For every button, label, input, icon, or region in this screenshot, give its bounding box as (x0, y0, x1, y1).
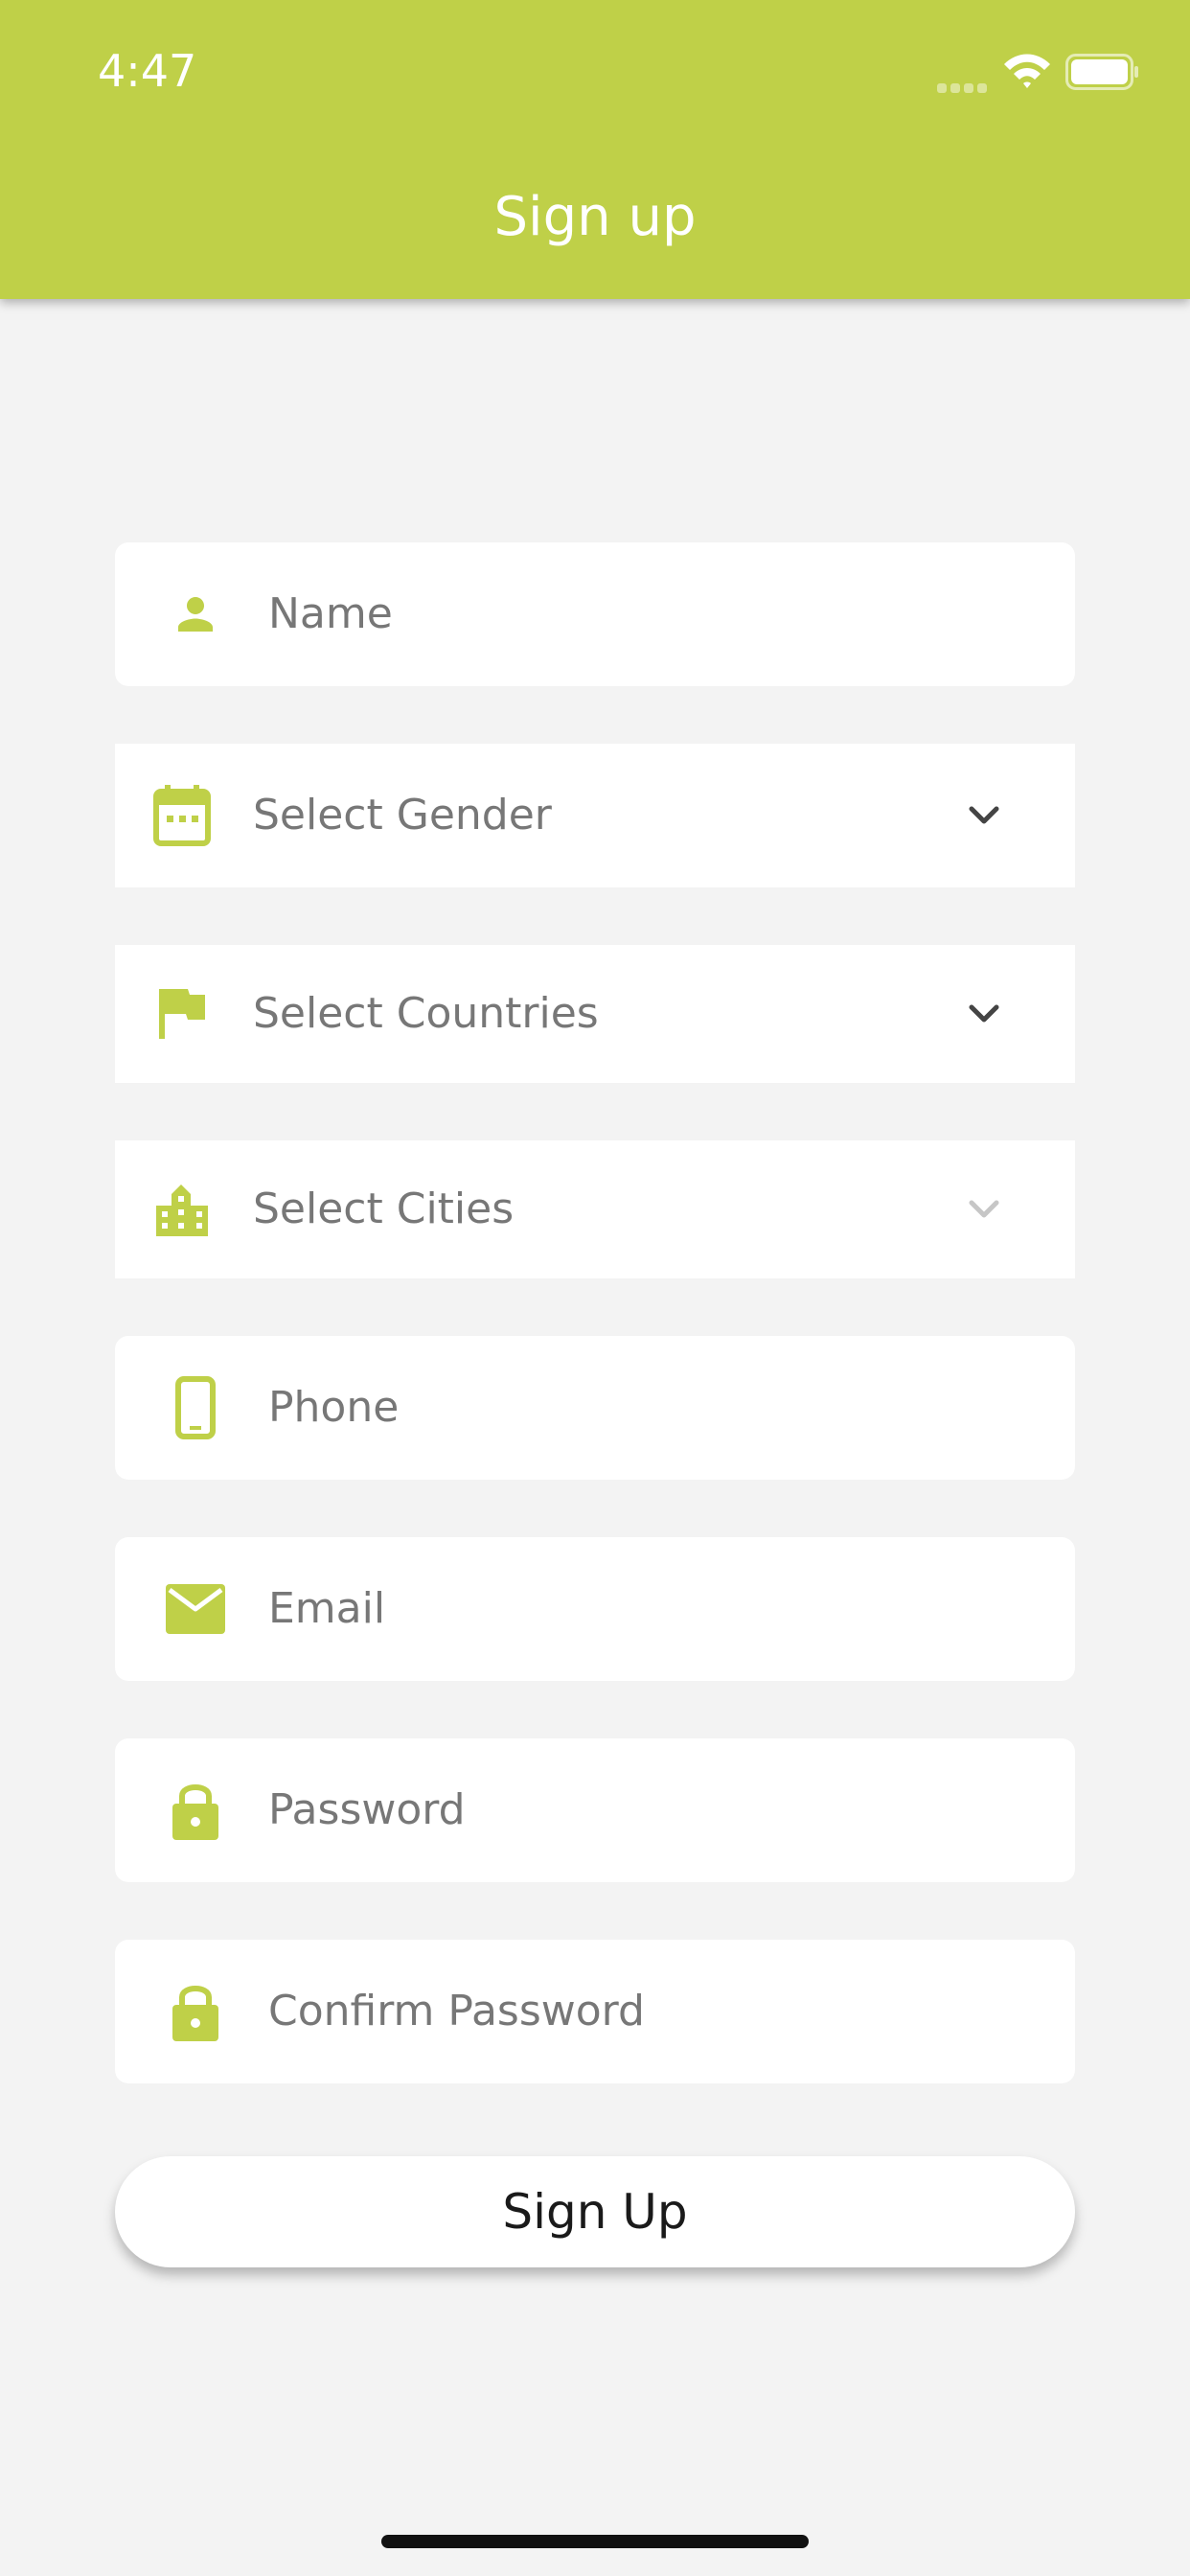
wifi-icon (1004, 54, 1050, 88)
phone-placeholder: Phone (268, 1383, 400, 1432)
calendar-icon (151, 785, 213, 846)
chevron-down-icon (969, 1200, 999, 1218)
password-placeholder: Password (268, 1785, 466, 1834)
city-placeholder: Select Cities (253, 1184, 515, 1233)
phone-icon (165, 1376, 226, 1439)
name-input[interactable]: Name (115, 542, 1075, 686)
cellular-signal-icon (937, 79, 991, 97)
lock-icon (165, 1981, 226, 2042)
confirm-password-placeholder: Confirm Password (268, 1987, 645, 2036)
country-dropdown[interactable]: Select Countries (115, 945, 1075, 1083)
confirm-password-input[interactable]: Confirm Password (115, 1940, 1075, 2083)
sign-up-button[interactable]: Sign Up (115, 2156, 1075, 2267)
battery-icon (1065, 54, 1138, 90)
gender-placeholder: Select Gender (253, 791, 552, 840)
flag-icon (151, 983, 213, 1045)
country-placeholder: Select Countries (253, 989, 599, 1038)
password-input[interactable]: Password (115, 1738, 1075, 1882)
home-indicator[interactable] (381, 2535, 809, 2548)
phone-input[interactable]: Phone (115, 1336, 1075, 1480)
email-placeholder: Email (268, 1584, 386, 1633)
email-input[interactable]: Email (115, 1537, 1075, 1681)
building-icon (151, 1179, 213, 1240)
chevron-down-icon (969, 806, 999, 824)
person-icon (165, 584, 226, 645)
chevron-down-icon (969, 1004, 999, 1023)
name-placeholder: Name (268, 589, 393, 638)
app-bar: 4:47 Sign up (0, 0, 1190, 299)
page-title: Sign up (493, 186, 697, 248)
city-dropdown[interactable]: Select Cities (115, 1140, 1075, 1278)
gender-dropdown[interactable]: Select Gender (115, 744, 1075, 887)
lock-icon (165, 1780, 226, 1841)
status-time: 4:47 (98, 45, 197, 97)
mail-icon (165, 1578, 226, 1640)
